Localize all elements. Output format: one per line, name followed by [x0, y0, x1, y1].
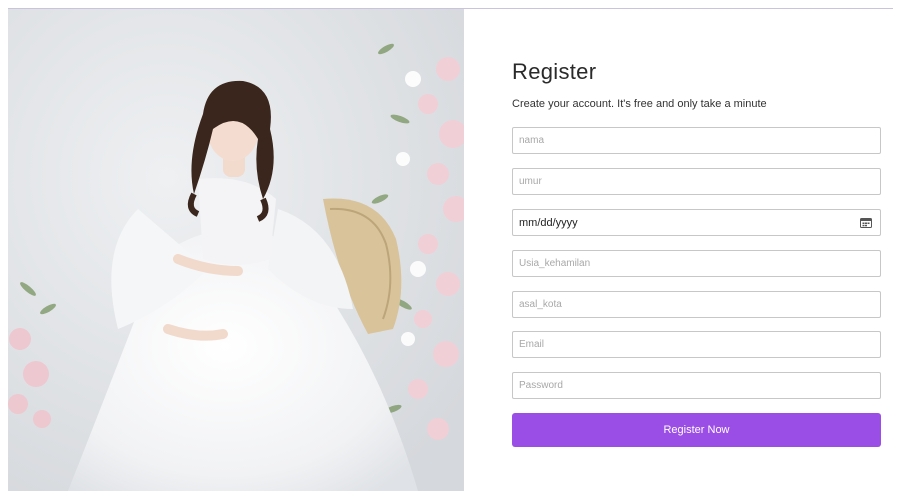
umur-input[interactable] [512, 168, 881, 195]
maternity-photo [8, 9, 464, 491]
register-now-button[interactable]: Register Now [512, 413, 881, 447]
maternity-photo-illustration [8, 9, 464, 491]
calendar-icon[interactable] [860, 217, 872, 228]
page-title: Register [512, 59, 597, 84]
usia-kehamilan-input[interactable] [512, 250, 881, 277]
register-panel: Register Create your account. It's free … [464, 9, 893, 491]
date-input-value: mm/dd/yyyy [519, 216, 578, 229]
date-input[interactable]: mm/dd/yyyy [512, 209, 881, 236]
password-input[interactable] [512, 372, 881, 399]
register-card: Register Create your account. It's free … [8, 8, 893, 491]
page-subtitle: Create your account. It's free and only … [512, 98, 767, 110]
email-input[interactable] [512, 331, 881, 358]
asal-kota-input[interactable] [512, 291, 881, 318]
nama-input[interactable] [512, 127, 881, 154]
